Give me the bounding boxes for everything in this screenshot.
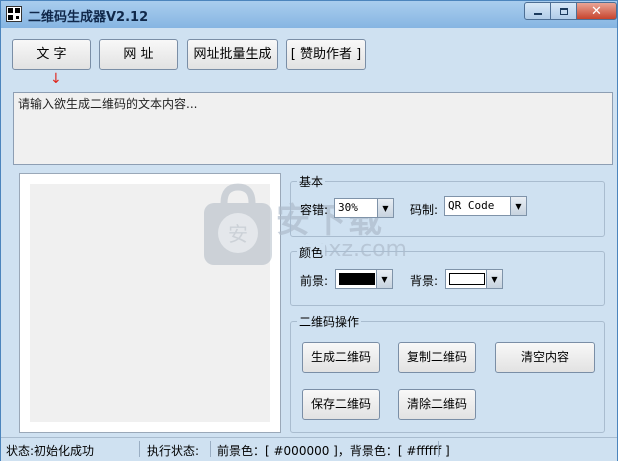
code-type-select[interactable]: QR Code ▼ <box>444 196 527 216</box>
status-bar: 状态:初始化成功 执行状态: 前景色：[ #000000 ]，背景色：[ #ff… <box>1 437 617 461</box>
tolerance-select[interactable]: 30% ▼ <box>334 198 394 218</box>
title-bar[interactable]: 二维码生成器V2.12 ✕ <box>1 1 617 28</box>
donate-button[interactable]: [ 赞助作者 ] <box>286 39 366 70</box>
color-group-title: 颜色 <box>297 244 326 261</box>
svg-text:安: 安 <box>228 222 248 246</box>
content-input[interactable]: 请输入欲生成二维码的文本内容... <box>13 92 613 165</box>
maximize-icon <box>559 7 568 15</box>
save-qr-button[interactable]: 保存二维码 <box>302 389 380 420</box>
qr-ops-title: 二维码操作 <box>297 313 362 330</box>
status-exec: 执行状态: <box>147 444 200 458</box>
status-divider <box>438 441 439 457</box>
url-mode-button[interactable]: 网 址 <box>99 39 178 70</box>
chevron-down-icon: ▼ <box>510 197 526 215</box>
clear-content-button[interactable]: 清空内容 <box>495 342 595 373</box>
basic-group-title: 基本 <box>297 173 326 190</box>
foreground-color-select[interactable]: ▼ <box>335 269 393 289</box>
foreground-swatch <box>339 273 375 285</box>
minimize-icon <box>533 13 542 15</box>
code-type-value: QR Code <box>448 199 495 212</box>
tolerance-label: 容错: <box>300 203 329 217</box>
maximize-button[interactable] <box>550 2 577 20</box>
watermark-logo-icon: 安 <box>204 183 272 265</box>
close-button[interactable]: ✕ <box>576 2 617 20</box>
qr-app-icon <box>6 6 22 22</box>
red-arrow-icon: ↓ <box>50 71 62 87</box>
chevron-down-icon: ▼ <box>376 270 392 288</box>
chevron-down-icon: ▼ <box>486 270 502 288</box>
clear-qr-button[interactable]: 清除二维码 <box>398 389 476 420</box>
code-type-label: 码制: <box>410 203 439 217</box>
background-color-select[interactable]: ▼ <box>445 269 503 289</box>
generate-qr-button[interactable]: 生成二维码 <box>302 342 380 373</box>
copy-qr-button[interactable]: 复制二维码 <box>398 342 476 373</box>
window-title: 二维码生成器V2.12 <box>28 10 149 25</box>
status-colors: 前景色：[ #000000 ]，背景色：[ #ffffff ] <box>217 444 450 458</box>
background-label: 背景: <box>410 274 439 288</box>
text-mode-button[interactable]: 文 字 <box>12 39 91 70</box>
batch-url-button[interactable]: 网址批量生成 <box>187 39 278 70</box>
close-icon: ✕ <box>591 3 602 19</box>
chevron-down-icon: ▼ <box>377 199 393 217</box>
minimize-button[interactable] <box>524 2 551 20</box>
status-divider <box>139 441 140 457</box>
background-swatch <box>449 273 485 285</box>
foreground-label: 前景: <box>300 274 329 288</box>
status-divider <box>210 441 211 457</box>
tolerance-value: 30% <box>338 201 358 214</box>
status-state: 状态:初始化成功 <box>6 444 95 458</box>
app-window: 二维码生成器V2.12 ✕ 文 字 网 址 网址批量生成 [ 赞助作者 ] ↓ … <box>0 0 618 461</box>
